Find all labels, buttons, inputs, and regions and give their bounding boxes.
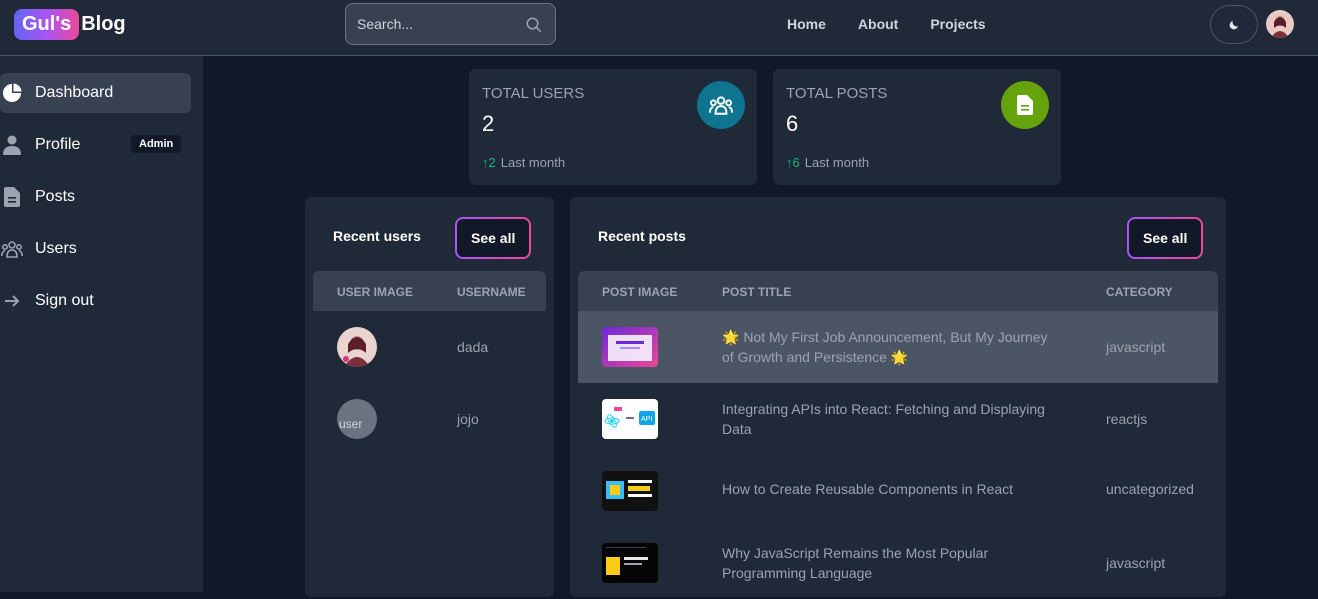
search-icon[interactable]	[525, 16, 543, 34]
sidebar: Dashboard Profile Admin Posts Users Sign…	[0, 56, 203, 592]
nav-home[interactable]: Home	[787, 16, 826, 32]
see-all-posts-button[interactable]: See all	[1127, 217, 1204, 259]
logo-badge: Gul's	[14, 8, 80, 40]
sidebar-item-posts[interactable]: Posts	[0, 177, 191, 217]
stat-footer: ↑6 Last month	[786, 155, 869, 170]
post-thumbnail	[602, 471, 658, 511]
column-header: POST IMAGE	[602, 285, 678, 299]
post-thumbnail	[602, 327, 658, 367]
admin-badge: Admin	[131, 135, 182, 153]
users-group-icon	[1, 238, 23, 260]
document-icon	[1001, 81, 1049, 129]
table-row[interactable]: API Integrating APIs into React: Fetchin…	[578, 383, 1218, 455]
stat-value: 6	[786, 111, 799, 136]
post-category: javascript	[1106, 555, 1166, 571]
svg-text:API: API	[641, 416, 652, 423]
nav-projects[interactable]: Projects	[930, 16, 985, 32]
top-navbar: Gul's Blog Home About Projects	[0, 0, 1318, 56]
username: dada	[457, 339, 489, 355]
image-alt-text: user	[339, 417, 363, 431]
search-input[interactable]	[346, 4, 555, 44]
sidebar-item-label: Users	[35, 240, 77, 257]
post-category: uncategorized	[1106, 481, 1194, 497]
post-category: javascript	[1106, 339, 1166, 355]
stat-card-total-users: TOTAL USERS 2 ↑2 Last month	[469, 69, 757, 185]
table-row[interactable]: How to Create Reusable Components in Rea…	[578, 455, 1218, 527]
post-title[interactable]: How to Create Reusable Components in Rea…	[722, 481, 1062, 497]
nav-about[interactable]: About	[858, 16, 898, 32]
avatar-image	[1266, 10, 1294, 38]
panel-title: Recent users	[333, 228, 421, 244]
recent-users-panel: Recent users See all USER IMAGE USERNAME…	[305, 197, 554, 597]
stat-delta: 2	[488, 155, 496, 170]
table-row[interactable]: Why JavaScript Remains the Most Popular …	[578, 527, 1218, 599]
search-box	[345, 3, 556, 45]
stat-period: Last month	[500, 155, 566, 170]
sidebar-item-dashboard[interactable]: Dashboard	[0, 73, 191, 113]
users-group-icon	[697, 81, 745, 129]
stat-card-total-posts: TOTAL POSTS 6 ↑6 Last month	[773, 69, 1061, 185]
see-all-label: See all	[1129, 219, 1202, 257]
stat-footer: ↑2 Last month	[482, 155, 565, 170]
table-row[interactable]: 🌟 Not My First Job Announcement, But My …	[578, 311, 1218, 383]
table-row[interactable]: dada	[313, 311, 546, 383]
post-thumbnail	[602, 543, 658, 583]
main-nav: Home About Projects	[787, 16, 986, 32]
user-avatar	[337, 327, 377, 367]
column-header: USERNAME	[457, 285, 526, 299]
see-all-label: See all	[457, 219, 530, 257]
see-all-users-button[interactable]: See all	[455, 217, 532, 259]
post-title[interactable]: Why JavaScript Remains the Most Popular …	[722, 543, 1062, 583]
username: jojo	[457, 411, 479, 427]
user-avatar[interactable]	[1266, 10, 1294, 38]
stat-delta: 6	[792, 155, 800, 170]
arrow-right-icon	[1, 290, 23, 312]
user-icon	[1, 134, 23, 156]
sidebar-item-profile[interactable]: Profile Admin	[0, 125, 191, 165]
column-header: POST TITLE	[722, 285, 792, 299]
sidebar-item-label: Profile	[35, 136, 81, 153]
stat-label: TOTAL USERS	[482, 85, 585, 102]
post-title[interactable]: 🌟 Not My First Job Announcement, But My …	[722, 327, 1062, 367]
moon-icon	[1229, 20, 1238, 29]
panel-title: Recent posts	[598, 228, 686, 244]
stat-value: 2	[482, 111, 495, 136]
pie-chart-icon	[1, 82, 23, 104]
broken-image-avatar: user	[337, 399, 377, 439]
arrow-up-icon: ↑6	[786, 155, 800, 170]
site-logo[interactable]: Gul's Blog	[14, 6, 126, 42]
arrow-up-icon: ↑2	[482, 155, 496, 170]
stat-period: Last month	[804, 155, 870, 170]
table-header: USER IMAGE USERNAME	[313, 271, 546, 311]
post-thumbnail: API	[602, 399, 658, 439]
sidebar-item-label: Dashboard	[35, 84, 114, 101]
sidebar-item-label: Sign out	[35, 292, 94, 309]
logo-text: Blog	[81, 12, 126, 35]
column-header: CATEGORY	[1106, 285, 1173, 299]
post-category: reactjs	[1106, 411, 1148, 427]
sidebar-item-label: Posts	[35, 188, 76, 205]
sidebar-item-sign-out[interactable]: Sign out	[0, 281, 191, 321]
recent-posts-panel: Recent posts See all POST IMAGE POST TIT…	[570, 197, 1226, 597]
theme-toggle-button[interactable]	[1210, 5, 1258, 44]
sidebar-item-users[interactable]: Users	[0, 229, 191, 269]
post-title[interactable]: Integrating APIs into React: Fetching an…	[722, 399, 1062, 439]
column-header: USER IMAGE	[337, 285, 414, 299]
stat-label: TOTAL POSTS	[786, 85, 888, 102]
document-icon	[1, 186, 23, 208]
table-header: POST IMAGE POST TITLE CATEGORY	[578, 271, 1218, 311]
table-row[interactable]: user jojo	[313, 383, 546, 455]
